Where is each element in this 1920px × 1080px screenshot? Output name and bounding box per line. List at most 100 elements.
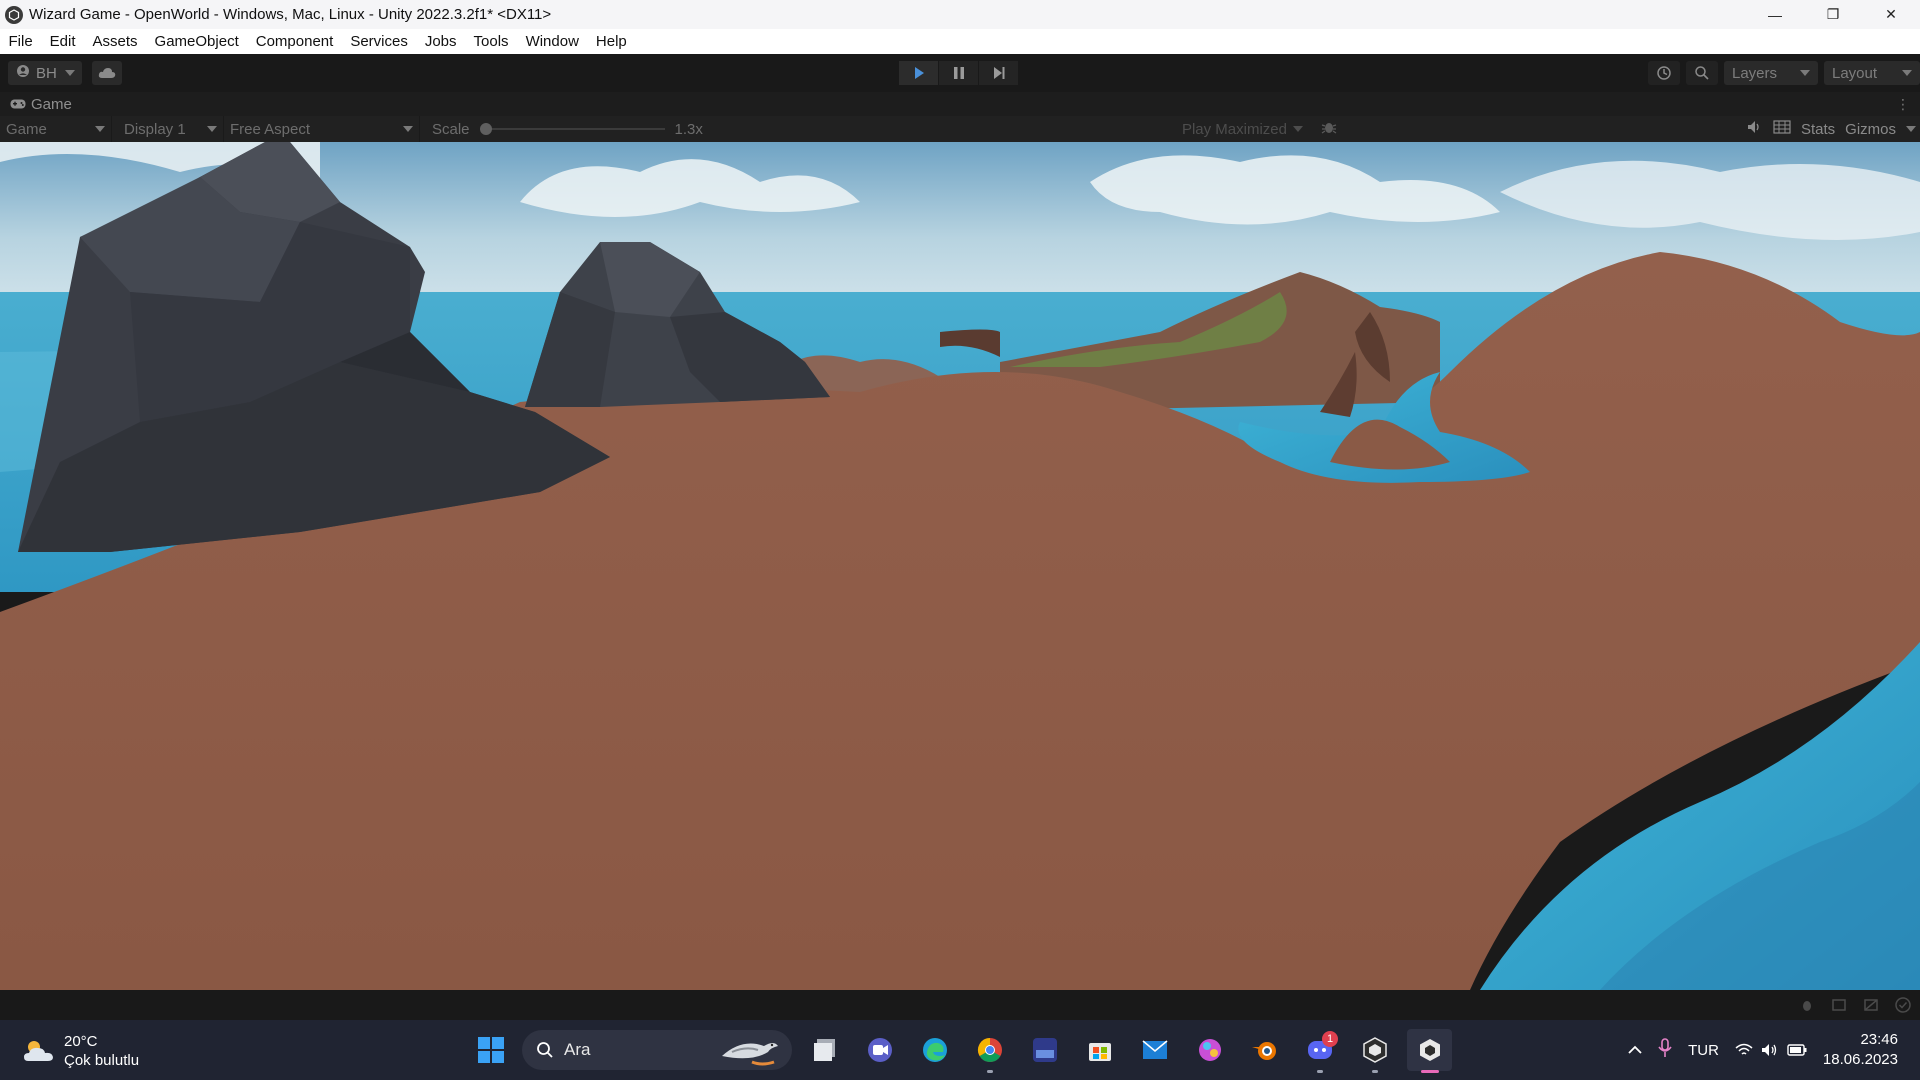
volume-icon [1761,1044,1777,1056]
taskbar-app-store[interactable] [1077,1029,1122,1071]
history-button[interactable] [1648,61,1680,85]
taskbar-search[interactable]: Ara [522,1030,792,1070]
debug-icon[interactable] [1798,996,1816,1014]
windows-logo-icon [478,1037,504,1063]
minimize-button[interactable]: — [1746,0,1804,29]
account-icon [16,64,30,82]
windows-taskbar: 20°C Çok bulutlu Ara 1 TUR 23:46 18.06.2… [0,1020,1920,1080]
notification-badge: 1 [1322,1031,1338,1047]
audio-mute-icon[interactable] [1747,120,1763,138]
taskbar-app-unity[interactable] [1407,1029,1452,1073]
chevron-down-icon [1902,70,1912,76]
account-dropdown[interactable]: BH [8,61,82,85]
weather-description: Çok bulutlu [64,1052,140,1069]
menu-window[interactable]: Window [517,29,587,54]
files-icon [813,1039,835,1061]
check-icon[interactable] [1894,996,1912,1014]
blender-icon [1251,1042,1276,1060]
taskbar-app-chrome[interactable] [967,1029,1012,1073]
window-title: Wizard Game - OpenWorld - Windows, Mac, … [29,6,552,23]
taskbar-app-mail[interactable] [1132,1029,1177,1071]
menu-help[interactable]: Help [587,29,635,54]
display-label: Display 1 [124,120,186,138]
unity-icon [1419,1039,1440,1061]
layout-dropdown[interactable]: Layout [1824,61,1920,85]
scale-slider-thumb[interactable] [479,123,492,135]
taskbar-app-blender[interactable] [1242,1029,1287,1071]
layers-label: Layers [1732,64,1778,82]
play-icon [914,67,924,79]
display-dropdown[interactable]: Display 1 [118,116,224,142]
chevron-down-icon[interactable] [1906,126,1916,132]
search-button[interactable] [1686,61,1718,85]
restore-button[interactable]: ❐ [1804,0,1862,29]
menu-assets[interactable]: Assets [84,29,146,54]
chevron-down-icon [403,126,413,132]
stats-button[interactable]: Stats [1801,121,1835,138]
play-button[interactable] [899,61,939,85]
weather-widget[interactable]: 20°C Çok bulutlu [22,1032,139,1070]
input-language[interactable]: TUR [1688,1042,1719,1059]
cloud-icon [98,68,116,78]
close-button[interactable]: ✕ [1862,0,1920,29]
start-button[interactable] [470,1029,512,1071]
aspect-dropdown[interactable]: Free Aspect [224,116,420,142]
grid-icon[interactable] [1773,120,1791,138]
gizmos-button[interactable]: Gizmos [1845,121,1896,138]
pause-button[interactable] [939,61,979,85]
chevron-down-icon [207,126,217,132]
layout-label: Layout [1832,64,1878,82]
taskbar-app-unity-hub[interactable] [1352,1029,1397,1073]
taskbar-app-teams[interactable] [857,1029,902,1071]
quick-settings[interactable] [1735,1043,1807,1057]
taskbar-app-edge[interactable] [912,1029,957,1071]
chevron-down-icon [1800,70,1810,76]
tab-menu-icon[interactable]: ⋮ [1896,96,1910,113]
menu-tools[interactable]: Tools [465,29,517,54]
menu-gameobject[interactable]: GameObject [146,29,247,54]
scale-slider[interactable] [479,123,665,135]
taskbar-app-photoshop[interactable] [1022,1029,1067,1071]
microphone-icon[interactable] [1658,1038,1672,1062]
taskbar-app-files[interactable] [802,1029,847,1071]
search-icon [1695,66,1709,80]
clock-date: 18.06.2023 [1822,1051,1898,1068]
scale-control: Scale 1.3x [432,121,703,138]
cloud-button[interactable] [92,61,122,85]
temperature: 20°C [64,1033,98,1050]
battery-icon [1787,1044,1807,1056]
teams-icon [867,1038,892,1062]
layers-dropdown[interactable]: Layers [1724,61,1818,85]
game-viewport[interactable] [0,142,1920,990]
package-icon[interactable] [1830,996,1848,1014]
menu-component[interactable]: Component [247,29,342,54]
menu-file[interactable]: File [0,29,41,54]
chevron-up-icon[interactable] [1628,1042,1642,1059]
search-placeholder: Ara [564,1040,591,1059]
menu-edit[interactable]: Edit [41,29,84,54]
scale-label: Scale [432,120,470,138]
bug-icon[interactable] [1321,119,1337,139]
search-icon [537,1042,553,1058]
menu-bar: File Edit Assets GameObject Component Se… [0,29,1920,54]
taskbar-app-paint[interactable] [1187,1029,1232,1071]
taskbar-clock[interactable]: 23:46 18.06.2023 [1823,1030,1898,1070]
seagull-illustration-icon [722,1043,778,1066]
photoshop-icon [1032,1038,1057,1062]
active-indicator [1420,1070,1439,1073]
menu-services[interactable]: Services [342,29,417,54]
history-icon [1657,66,1671,80]
menu-jobs[interactable]: Jobs [416,29,465,54]
pause-icon [953,67,964,79]
taskbar-app-discord[interactable]: 1 [1297,1029,1342,1073]
wifi-icon [1735,1043,1753,1055]
play-maximized-dropdown[interactable]: Play Maximized [1182,121,1303,138]
window-titlebar: Wizard Game - OpenWorld - Windows, Mac, … [0,0,1920,29]
network-icon[interactable] [1862,996,1880,1014]
game-mode-dropdown[interactable]: Game [0,116,112,142]
tab-game[interactable]: Game [0,96,72,113]
chevron-down-icon [1292,126,1303,132]
step-button[interactable] [979,61,1019,85]
paint-icon [1198,1039,1221,1061]
step-icon [993,67,1004,79]
